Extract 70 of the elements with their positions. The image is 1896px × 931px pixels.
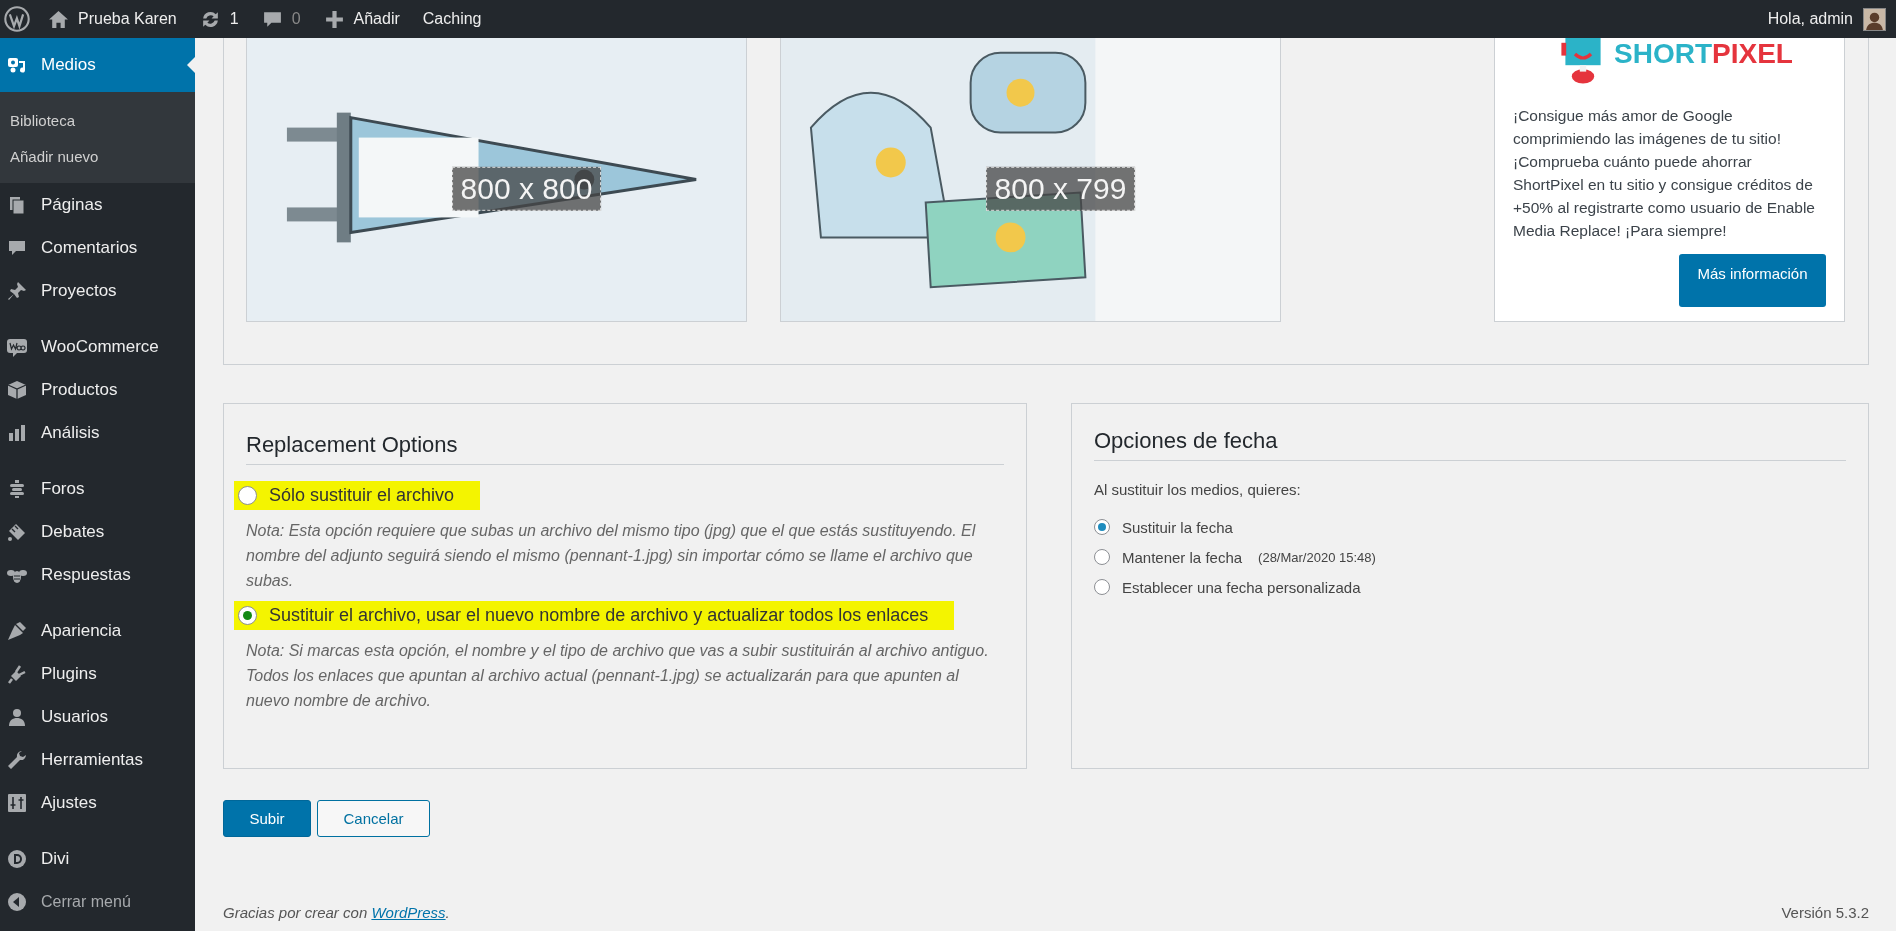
comments-link[interactable]: 0 [261,8,301,30]
pin-icon [7,280,27,301]
plug-icon [7,663,27,684]
radio-button[interactable] [1094,519,1110,535]
upload-button[interactable]: Subir [223,800,311,837]
bar-chart-icon [7,422,27,443]
radio-button[interactable] [238,486,257,505]
tag-stripes-icon [7,521,27,542]
menu-item[interactable]: Respuestas [0,553,195,596]
menu-item[interactable]: Foros [0,467,195,510]
media-icon [7,55,27,75]
caching-link[interactable]: Caching [422,10,482,28]
option-label: Mantener la fecha [1122,548,1243,566]
dimensions-label: 800 x 799 [985,166,1136,211]
letter-circle-icon [7,848,27,869]
more-info-button[interactable]: Más información [1679,254,1826,307]
brand-logo: SHORTPIXEL [1513,38,1826,90]
option-note: Nota: Si marcas esta opción, el nombre y el tipo de archivo que vas a subir sustituirán al archivo antiguo. Todos los enlaces que apuntan al archivo actual (pennant-1.jpg) se actualizarán para que apunten al nuevo nombre de archivo. [246,641,990,711]
radio-button[interactable] [1094,549,1110,565]
menu-item[interactable]: Apariencia [0,609,195,652]
menu-item[interactable]: Debates [0,510,195,553]
option-note: Nota: Esta opción requiere que subas un archivo del mismo tipo (jpg) que el que estás sustituyendo. El nombre del adjunto seguirá siendo el mismo (pennant-1.jpg) sin importar cómo se llame el archivo que subas. [246,521,977,591]
add-new-link[interactable]: Añadir [323,8,400,30]
option-label: Establecer una fecha personalizada [1122,578,1361,596]
user-icon [7,706,27,727]
menu-item[interactable]: Páginas [0,183,195,226]
promo-text: ¡Consigue más amor de Google comprimiendo las imágenes de tu sitio! ¡Comprueba cuánto puede ahorrar ShortPixel en tu sitio y consigue créditos de +50% al registrarte como usuario de Enable Media Replace! ¡Para siempre! [1513,106,1816,241]
version-text: Versión 5.3.2 [1781,904,1869,921]
home-icon [48,8,69,30]
store-badge-icon [7,336,27,357]
footer-credit: Gracias por crear con WordPress. [223,904,450,921]
menu-item[interactable]: Proyectos [0,269,195,312]
collapse-icon [7,891,27,912]
menu-item[interactable]: Medios [0,38,195,92]
sliders-icon [7,792,27,813]
menu-item[interactable]: Análisis [0,411,195,454]
menu-item[interactable]: Comentarios [0,226,195,269]
avatar-icon [1863,7,1886,31]
menu-item[interactable]: Cerrar menú [0,880,195,923]
wordpress-logo-icon[interactable] [4,6,30,32]
updates-link[interactable]: 1 [199,8,239,30]
cancel-button[interactable]: Cancelar [317,800,430,837]
menu-item[interactable]: WooCommerce [0,325,195,368]
pages-icon [7,194,27,215]
intro-text: Al sustituir los medios, quieres: [1094,481,1302,498]
menu-item[interactable]: Ajustes [0,781,195,824]
radio-button[interactable] [238,606,257,625]
menu-item[interactable]: Productos [0,368,195,411]
panel-heading: Replacement Options [246,432,1004,465]
box-icon [7,379,27,400]
submenu-item[interactable]: Biblioteca [0,102,195,138]
date-hint: (28/Mar/2020 15:48) [1258,549,1376,565]
radio-button[interactable] [1094,579,1110,595]
menu-item[interactable]: Divi [0,837,195,880]
option-label: Sustituir la fecha [1122,518,1233,536]
menu-item[interactable]: Plugins [0,652,195,695]
stacked-lines-icon [7,478,27,499]
option-label: Sustituir el archivo, usar el nuevo nombre de archivo y actualizar todos los enlaces [269,605,929,626]
site-link[interactable]: Prueba Karen [48,8,177,30]
menu-item[interactable]: Usuarios [0,695,195,738]
option-label: Sólo sustituir el archivo [269,485,455,506]
panel-heading: Opciones de fecha [1094,428,1846,461]
menu-item[interactable]: Herramientas [0,738,195,781]
plus-icon [323,8,345,30]
paintbrush-icon [7,620,27,641]
wordpress-link[interactable]: WordPress [371,904,446,921]
account-link[interactable]: Hola, admin [1767,7,1886,31]
submenu-item[interactable]: Añadir nuevo [0,138,195,174]
wrench-icon [7,749,27,770]
dimensions-label: 800 x 800 [451,166,602,211]
